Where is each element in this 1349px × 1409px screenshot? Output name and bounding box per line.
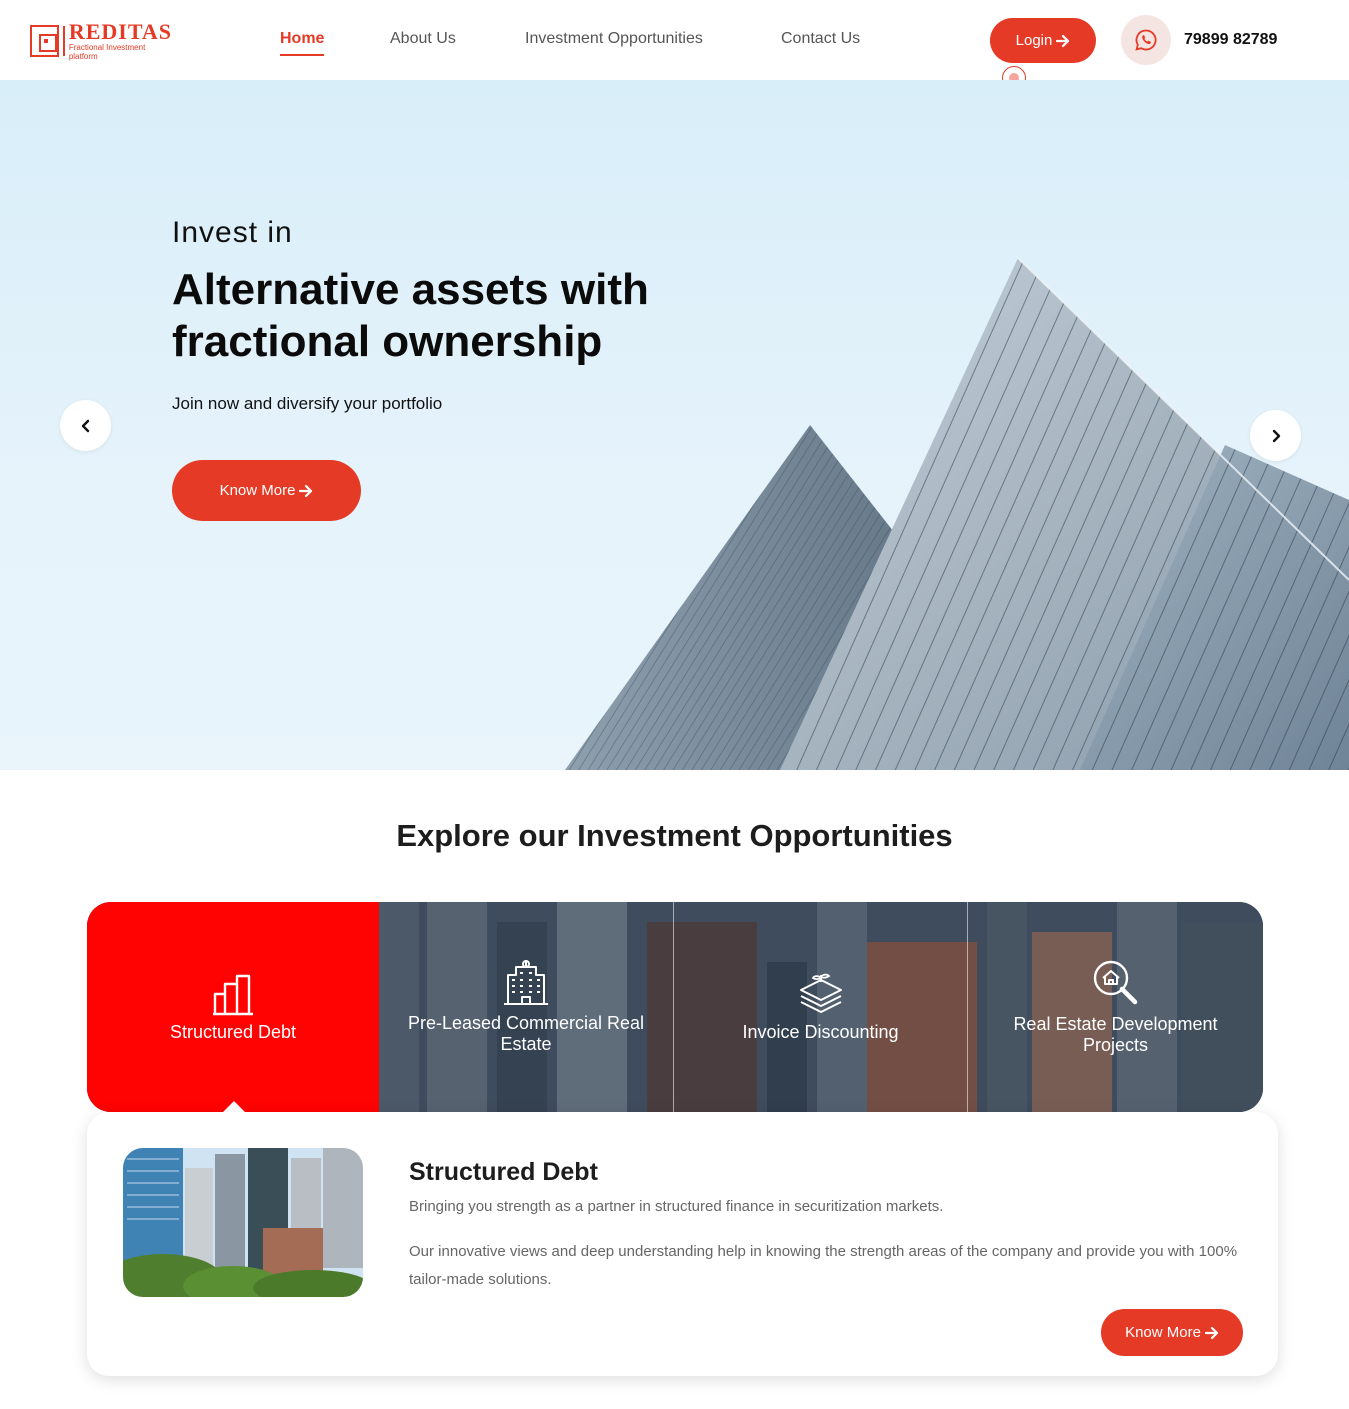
- logo-tagline: Fractional Investment platform: [68, 43, 146, 61]
- tab-label: Invoice Discounting: [742, 1021, 899, 1042]
- tab-pre-leased-commercial-real-estate[interactable]: Pre-Leased Commercial Real Estate: [379, 902, 673, 1112]
- detail-cta-label: Know More: [1125, 1324, 1201, 1341]
- login-label: Login: [1015, 32, 1053, 49]
- nav-investment-opportunities[interactable]: Investment Opportunities: [525, 30, 703, 52]
- logo-name: REDITAS: [68, 19, 172, 44]
- logo-divider: [63, 26, 65, 56]
- detail-know-more-button[interactable]: Know More: [1101, 1309, 1243, 1356]
- nav-contact-us[interactable]: Contact Us: [781, 30, 860, 52]
- chevron-left-icon: [81, 419, 89, 432]
- chevron-right-icon: [1272, 429, 1280, 442]
- tab-label: Real Estate Development Projects: [1013, 1014, 1218, 1055]
- house-search-icon: [1093, 960, 1137, 1005]
- reditas-logo[interactable]: REDITAS Fractional Investment platform: [30, 19, 172, 61]
- tab-label: Pre-Leased Commercial Real Estate: [407, 1013, 645, 1054]
- invoice-stack-icon: [799, 973, 842, 1013]
- carousel-prev-button[interactable]: [60, 400, 111, 451]
- nav-home[interactable]: Home: [280, 30, 325, 56]
- hero-know-more-button[interactable]: Know More: [172, 460, 361, 521]
- hero-cta-label: Know More: [219, 482, 296, 499]
- active-tab-pointer: [223, 1101, 245, 1112]
- skyscraper-image: [565, 257, 1349, 770]
- explore-section-title: Explore our Investment Opportunities: [396, 818, 953, 853]
- tab-structured-debt[interactable]: Structured Debt: [87, 902, 379, 1112]
- tab-label: Structured Debt: [169, 1021, 297, 1042]
- opportunity-detail-card: Structured Debt Bringing you strength as…: [87, 1112, 1278, 1376]
- detail-paragraph-1: Bringing you strength as a partner in st…: [409, 1198, 944, 1215]
- detail-title: Structured Debt: [409, 1158, 598, 1186]
- login-button[interactable]: Login: [990, 18, 1096, 63]
- hero-banner: Invest in Alternative assets with fracti…: [0, 80, 1349, 770]
- site-header: REDITAS Fractional Investment platform H…: [0, 0, 1349, 90]
- arrow-right-icon: [1204, 1326, 1219, 1339]
- phone-number[interactable]: 79899 82789: [1184, 31, 1277, 49]
- hero-eyebrow: Invest in: [172, 216, 293, 249]
- tab-invoice-discounting[interactable]: Invoice Discounting: [674, 902, 967, 1112]
- whatsapp-icon: [1135, 29, 1157, 51]
- hero-subtitle: Join now and diversify your portfolio: [172, 394, 443, 413]
- detail-paragraph-2: Our innovative views and deep understand…: [409, 1243, 1238, 1288]
- nav-about-us[interactable]: About Us: [390, 30, 456, 52]
- opportunity-tabs: Structured Debt Pre-Leased Commercial Re…: [87, 902, 1263, 1112]
- carousel-next-button[interactable]: [1250, 410, 1301, 461]
- whatsapp-button[interactable]: [1121, 15, 1171, 65]
- building-chart-icon: [213, 974, 253, 1015]
- office-building-icon: [504, 960, 548, 1005]
- tab-real-estate-development-projects[interactable]: Real Estate Development Projects: [968, 902, 1263, 1112]
- arrow-right-icon: [1056, 34, 1070, 47]
- city-buildings-image: [123, 1148, 363, 1297]
- arrow-right-icon: [299, 484, 313, 497]
- hero-title: Alternative assets with fractional owner…: [172, 265, 649, 366]
- logo-mark-icon: [30, 25, 60, 57]
